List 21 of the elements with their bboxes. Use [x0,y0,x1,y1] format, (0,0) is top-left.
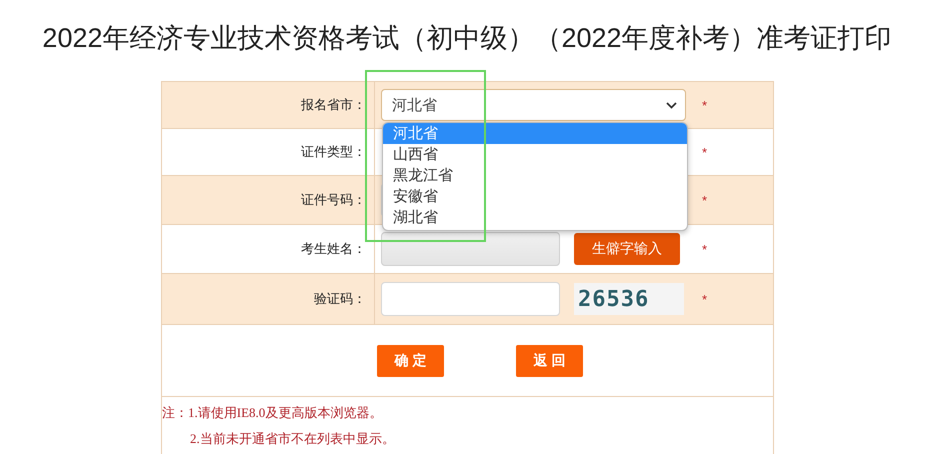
input-field[interactable] [381,282,560,316]
field-label: 证件号码： [162,176,375,224]
field-label: 证件类型： [162,129,375,175]
dropdown-option[interactable]: 黑龙江省 [383,165,687,186]
field-label: 考生姓名： [162,225,375,273]
required-mark: * [702,292,707,306]
dropdown-option[interactable]: 安徽省 [383,186,687,207]
captcha-image[interactable]: 26536 [574,283,684,315]
note-text: 2.当前未开通省市不在列表中显示。 [189,430,396,448]
field-label: 验证码： [162,274,375,324]
required-mark: * [702,242,707,256]
dropdown-option[interactable]: 山西省 [383,144,687,165]
dropdown-option[interactable]: 湖北省 [383,207,687,228]
page-title: 2022年经济专业技术资格考试（初中级）（2022年度补考）准考证打印 [41,22,893,55]
required-mark: * [702,98,707,112]
field-label: 报名省市： [162,82,375,128]
note-text: 注：1.请使用IE8.0及更高版本浏览器。 [162,404,384,422]
chevron-icon [666,102,677,108]
province-select[interactable]: 河北省 [381,89,686,121]
required-mark: * [702,144,707,160]
required-mark: * [702,192,707,208]
